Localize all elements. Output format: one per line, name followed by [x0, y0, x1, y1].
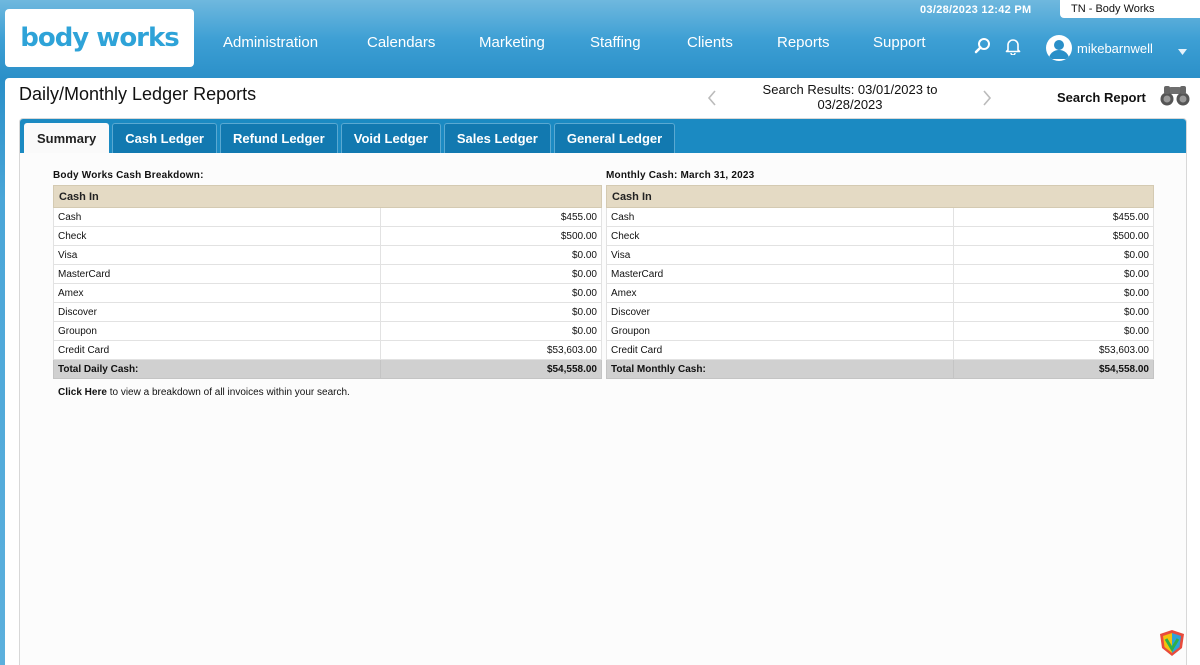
location-selector[interactable]: TN - Body Works: [1060, 0, 1200, 18]
table-row: Groupon $0.00: [606, 321, 1154, 341]
total-row: Total Daily Cash: $54,558.00: [53, 359, 602, 379]
top-header: body works Administration Calendars Mark…: [0, 0, 1200, 76]
chevron-down-icon[interactable]: [1178, 42, 1187, 60]
table-header: Cash In: [53, 185, 602, 208]
daily-section-title: Body Works Cash Breakdown:: [53, 170, 204, 181]
table-row: Cash $455.00: [53, 207, 602, 227]
binoculars-icon[interactable]: [1160, 84, 1190, 113]
nav-staffing[interactable]: Staffing: [590, 34, 687, 51]
avatar: [1046, 35, 1072, 61]
main-nav: Administration Calendars Marketing Staff…: [223, 34, 926, 51]
nav-calendars[interactable]: Calendars: [367, 34, 479, 51]
monthly-cash-table: Cash In Cash $455.00 Check $500.00 Visa $0.…: [606, 185, 1154, 379]
tab-bar: Summary Cash Ledger Refund Ledger Void L…: [20, 119, 1186, 153]
nav-administration[interactable]: Administration: [223, 34, 367, 51]
table-row: Cash $455.00: [606, 207, 1154, 227]
table-row: Visa $0.00: [53, 245, 602, 265]
click-note-text: to view a breakdown of all invoices with…: [106, 387, 350, 398]
tab-void-ledger[interactable]: Void Ledger: [340, 123, 441, 153]
table-row: Groupon $0.00: [53, 321, 602, 341]
daily-cash-section: Body Works Cash Breakdown: Cash In Cash $…: [53, 170, 602, 379]
logo-text: body works: [20, 23, 180, 53]
table-row: Credit Card $53,603.00: [606, 340, 1154, 360]
tab-sales-ledger[interactable]: Sales Ledger: [443, 123, 551, 153]
current-datetime: 03/28/2023 12:42 PM: [920, 4, 1032, 16]
bell-icon[interactable]: [1005, 37, 1021, 60]
total-row: Total Monthly Cash: $54,558.00: [606, 359, 1154, 379]
chevron-left-icon[interactable]: [707, 90, 717, 111]
table-row: Discover $0.00: [53, 302, 602, 322]
table-row: Credit Card $53,603.00: [53, 340, 602, 360]
table-header: Cash In: [606, 185, 1154, 208]
search-results-range: Search Results: 03/01/2023 to: [762, 82, 938, 97]
tab-summary[interactable]: Summary: [24, 123, 110, 153]
page-title: Daily/Monthly Ledger Reports: [19, 84, 257, 104]
table-row: Check $500.00: [606, 226, 1154, 246]
search-results-end: 03/28/2023: [817, 97, 883, 112]
nav-reports[interactable]: Reports: [777, 34, 873, 51]
table-row: Discover $0.00: [606, 302, 1154, 322]
nav-clients[interactable]: Clients: [687, 34, 777, 51]
tab-general-ledger[interactable]: General Ledger: [553, 123, 676, 153]
username: mikebarnwell: [1077, 40, 1153, 56]
table-row: Amex $0.00: [53, 283, 602, 303]
table-row: MasterCard $0.00: [53, 264, 602, 284]
shield-logo-icon[interactable]: [1157, 628, 1187, 663]
location-label: TN - Body Works: [1071, 3, 1155, 15]
daily-cash-table: Cash In Cash $455.00 Check $500.00 Visa $0.…: [53, 185, 602, 379]
user-menu[interactable]: mikebarnwell: [1046, 35, 1153, 61]
chevron-right-icon[interactable]: [982, 90, 992, 111]
table-row: Amex $0.00: [606, 283, 1154, 303]
monthly-cash-section: Monthly Cash: March 31, 2023 Cash In Cas…: [606, 170, 1154, 379]
search-report-button[interactable]: Search Report: [1057, 90, 1146, 105]
tab-refund-ledger[interactable]: Refund Ledger: [220, 123, 338, 153]
search-icon[interactable]: [974, 37, 991, 59]
invoice-breakdown-note: Click Here to view a breakdown of all in…: [58, 387, 350, 398]
table-row: Check $500.00: [53, 226, 602, 246]
nav-support[interactable]: Support: [873, 34, 926, 51]
logo[interactable]: body works: [5, 9, 194, 67]
search-results: Search Results: 03/01/2023 to 03/28/2023: [745, 82, 955, 112]
tab-cash-ledger[interactable]: Cash Ledger: [112, 123, 217, 153]
tab-container: Summary Cash Ledger Refund Ledger Void L…: [19, 118, 1187, 665]
table-row: MasterCard $0.00: [606, 264, 1154, 284]
click-here-link[interactable]: Click Here: [58, 387, 107, 398]
nav-marketing[interactable]: Marketing: [479, 34, 590, 51]
main-panel: Daily/Monthly Ledger Reports Search Resu…: [5, 78, 1200, 665]
monthly-section-title: Monthly Cash: March 31, 2023: [606, 170, 755, 181]
table-row: Visa $0.00: [606, 245, 1154, 265]
